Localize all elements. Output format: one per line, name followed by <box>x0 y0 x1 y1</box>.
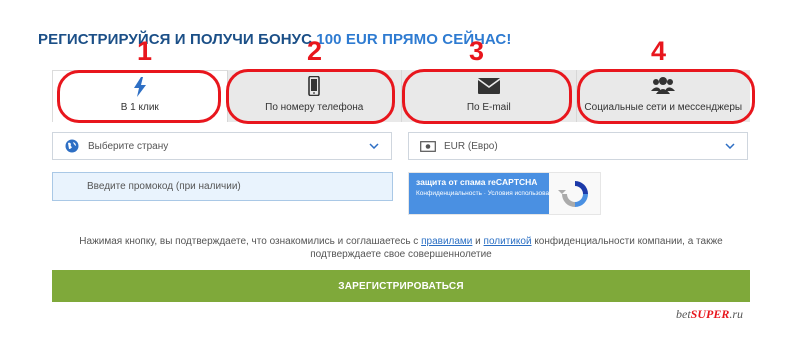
watermark-brand: SUPER <box>690 307 730 321</box>
currency-select[interactable]: EUR (Евро) <box>408 132 748 160</box>
recaptcha-text-panel: защита от спама reCAPTCHA Конфиденциальн… <box>409 173 560 214</box>
page-title: РЕГИСТРИРУЙСЯ И ПОЛУЧИ БОНУС 100 EUR ПРЯ… <box>38 31 511 48</box>
lightning-icon <box>128 77 152 97</box>
country-select-value: Выберите страну <box>88 140 169 152</box>
site-watermark: betSUPER.ru <box>676 307 743 322</box>
terms-and: и <box>475 236 481 247</box>
recaptcha-badge[interactable]: защита от спама reCAPTCHA Конфиденциальн… <box>408 172 601 215</box>
annotation-number-1: 1 <box>137 36 153 66</box>
currency-select-value: EUR (Евро) <box>444 140 498 152</box>
rules-link[interactable]: правилами <box>421 236 472 247</box>
recaptcha-links[interactable]: Конфиденциальность · Условия использован… <box>416 190 560 198</box>
register-button[interactable]: ЗАРЕГИСТРИРОВАТЬСЯ <box>52 270 750 302</box>
terms-prefix: Нажимая кнопку, вы подтверждаете, что оз… <box>79 236 419 247</box>
recaptcha-title: защита от спама reCAPTCHA <box>416 177 538 187</box>
globe-icon <box>64 138 80 154</box>
tab-label: По номеру телефона <box>265 102 364 113</box>
chevron-down-icon <box>367 139 381 153</box>
privacy-policy-link[interactable]: политикой <box>484 236 532 247</box>
terms-notice: Нажимая кнопку, вы подтверждаете, что оз… <box>52 235 750 261</box>
tab-label: По E-mail <box>466 102 511 113</box>
country-select[interactable]: Выберите страну <box>52 132 392 160</box>
bonus-amount: 100 EUR <box>316 31 378 48</box>
annotation-number-4: 4 <box>651 36 667 66</box>
tab-social[interactable]: Социальные сети и мессенджеры <box>576 70 750 122</box>
promo-code-input[interactable]: Введите промокод (при наличии) <box>52 172 393 201</box>
envelope-icon <box>477 76 501 96</box>
promo-code-placeholder: Введите промокод (при наличии) <box>87 181 241 192</box>
tab-phone[interactable]: По номеру телефона <box>227 70 402 122</box>
recaptcha-icon <box>549 173 600 214</box>
tab-email[interactable]: По E-mail <box>402 70 577 122</box>
watermark-suffix: .ru <box>729 307 744 321</box>
registration-method-tabs: В 1 клик По номеру телефона По E-mail Со… <box>52 70 750 122</box>
chevron-down-icon <box>723 139 737 153</box>
title-part-1: РЕГИСТРИРУЙСЯ И ПОЛУЧИ БОНУС <box>38 31 313 48</box>
tab-label: В 1 клик <box>120 102 159 113</box>
smartphone-icon <box>302 76 326 96</box>
annotation-number-2: 2 <box>307 36 323 66</box>
annotation-number-3: 3 <box>469 36 485 66</box>
banknote-icon <box>420 138 436 154</box>
tab-one-click[interactable]: В 1 клик <box>52 70 228 122</box>
title-part-3: ПРЯМО СЕЙЧАС! <box>382 31 512 48</box>
users-icon <box>651 76 676 96</box>
tab-label: Социальные сети и мессенджеры <box>584 102 743 113</box>
watermark-prefix: bet <box>676 307 691 321</box>
